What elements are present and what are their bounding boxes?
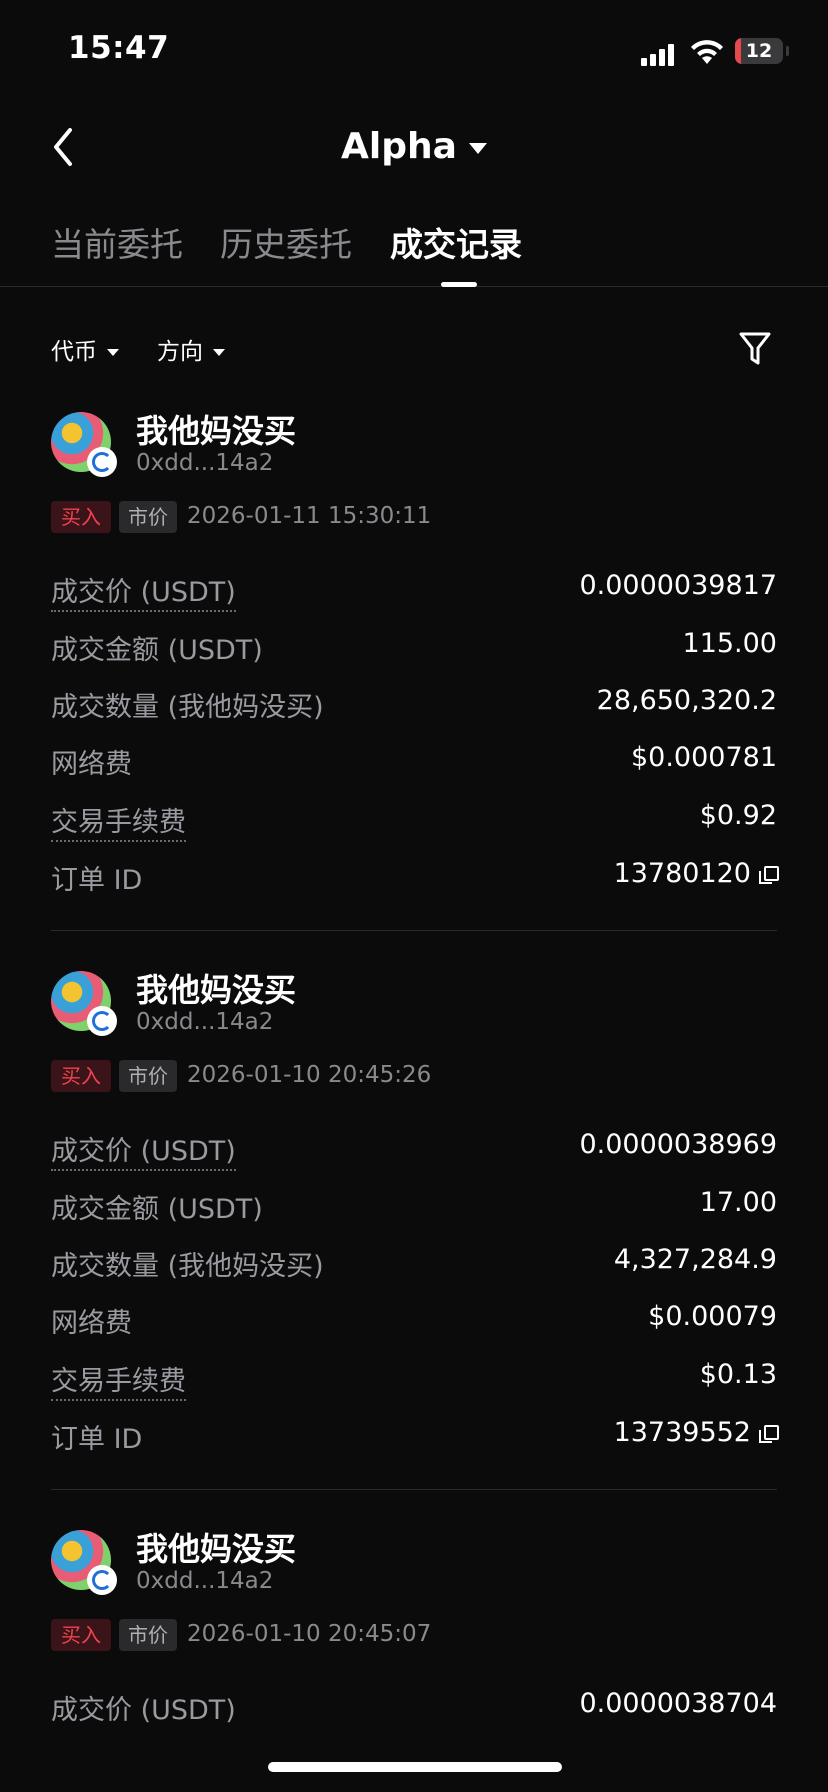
trade-fee-row: 交易手续费 $0.13 — [51, 1359, 777, 1401]
side-badge: 买入 — [51, 1060, 111, 1092]
order-type-badge: 市价 — [119, 1619, 177, 1651]
price-row: 成交价 (USDT) 0.0000039817 — [51, 570, 777, 612]
battery-level: 12 — [745, 40, 773, 62]
token-address: 0xdd...14a2 — [136, 1009, 274, 1035]
order-type-badge: 市价 — [119, 1060, 177, 1092]
order-id-text: 13780120 — [613, 858, 751, 889]
token-filter-label: 代币 — [51, 339, 97, 365]
quantity-row: 成交数量 (我他妈没买) 4,327,284.9 — [51, 1244, 777, 1284]
price-label[interactable]: 成交价 (USDT) — [51, 1688, 236, 1727]
token-name: 我他妈没买 — [136, 1530, 297, 1568]
trade-fee-label[interactable]: 交易手续费 — [51, 800, 186, 842]
home-indicator — [268, 1762, 562, 1772]
wifi-icon — [691, 40, 723, 64]
side-badge: 买入 — [51, 501, 111, 533]
quantity-value: 28,650,320.2 — [596, 685, 777, 716]
tab-trade-history[interactable]: 成交记录 — [390, 218, 522, 266]
order-id-label: 订单 ID — [51, 1424, 143, 1455]
amount-row: 成交金额 (USDT) 17.00 — [51, 1187, 777, 1227]
status-bar: 15:47 12 — [0, 0, 828, 100]
divider — [51, 930, 777, 931]
price-value: 0.0000038704 — [579, 1688, 777, 1719]
order-id-label: 订单 ID — [51, 865, 143, 896]
trade-fee-value: $0.92 — [699, 800, 777, 831]
price-row: 成交价 (USDT) 0.0000038969 — [51, 1129, 777, 1171]
trade-fee-value: $0.13 — [699, 1359, 777, 1390]
status-time: 15:47 — [68, 30, 170, 66]
caret-down-icon — [107, 349, 119, 356]
token-name: 我他妈没买 — [136, 412, 297, 450]
price-value: 0.0000039817 — [579, 570, 777, 601]
chain-badge-icon — [87, 1006, 117, 1036]
nav-bar: Alpha — [0, 110, 828, 190]
token-address: 0xdd...14a2 — [136, 450, 274, 476]
quantity-row: 成交数量 (我他妈没买) 28,650,320.2 — [51, 685, 777, 725]
trade-fee-row: 交易手续费 $0.92 — [51, 800, 777, 842]
cellular-signal-icon — [641, 44, 675, 66]
token-name: 我他妈没买 — [136, 971, 297, 1009]
price-label[interactable]: 成交价 (USDT) — [51, 570, 236, 612]
tab-current-orders[interactable]: 当前委托 — [51, 218, 183, 266]
active-tab-indicator — [441, 282, 477, 287]
page-title-dropdown[interactable]: Alpha — [0, 126, 828, 167]
amount-label: 成交金额 (USDT) — [51, 635, 263, 666]
tab-bar: 当前委托 历史委托 成交记录 — [0, 210, 828, 287]
network-fee-label: 网络费 — [51, 749, 132, 780]
order-type-badge: 市价 — [119, 501, 177, 533]
trade-timestamp: 2026-01-10 20:45:07 — [187, 1621, 432, 1647]
price-label[interactable]: 成交价 (USDT) — [51, 1129, 236, 1171]
order-id-row: 订单 ID 13780120 — [51, 858, 779, 898]
quantity-label: 成交数量 (我他妈没买) — [51, 1251, 324, 1282]
price-value: 0.0000038969 — [579, 1129, 777, 1160]
trade-timestamp: 2026-01-10 20:45:26 — [187, 1062, 432, 1088]
network-fee-label: 网络费 — [51, 1308, 132, 1339]
network-fee-value: $0.000781 — [630, 742, 777, 773]
caret-down-icon — [213, 349, 225, 356]
filter-bar: 代币 方向 — [0, 322, 828, 372]
caret-down-icon — [468, 142, 487, 154]
chain-badge-icon — [87, 447, 117, 477]
amount-value: 115.00 — [682, 628, 777, 659]
battery-tip — [786, 46, 789, 56]
order-id-text: 13739552 — [613, 1417, 751, 1448]
page-title: Alpha — [341, 126, 457, 167]
amount-label: 成交金额 (USDT) — [51, 1194, 263, 1225]
side-badge: 买入 — [51, 1619, 111, 1651]
trade-fee-label[interactable]: 交易手续费 — [51, 1359, 186, 1401]
quantity-value: 4,327,284.9 — [613, 1244, 777, 1275]
network-fee-row: 网络费 $0.000781 — [51, 742, 777, 782]
order-id-value: 13739552 — [613, 1417, 779, 1448]
token-filter-dropdown[interactable]: 代币 — [51, 332, 119, 366]
copy-icon[interactable] — [759, 1424, 779, 1443]
trade-timestamp: 2026-01-11 15:30:11 — [187, 503, 432, 529]
order-id-row: 订单 ID 13739552 — [51, 1417, 779, 1457]
quantity-label: 成交数量 (我他妈没买) — [51, 692, 324, 723]
battery-icon: 12 — [735, 38, 783, 64]
tab-order-history[interactable]: 历史委托 — [220, 218, 352, 266]
direction-filter-label: 方向 — [157, 339, 203, 365]
order-id-value: 13780120 — [613, 858, 779, 889]
token-address: 0xdd...14a2 — [136, 1568, 274, 1594]
network-fee-value: $0.00079 — [648, 1301, 777, 1332]
price-row: 成交价 (USDT) 0.0000038704 — [51, 1688, 777, 1728]
divider — [51, 1489, 777, 1490]
amount-value: 17.00 — [699, 1187, 777, 1218]
direction-filter-dropdown[interactable]: 方向 — [157, 332, 225, 366]
filter-funnel-icon[interactable] — [738, 330, 772, 368]
network-fee-row: 网络费 $0.00079 — [51, 1301, 777, 1341]
amount-row: 成交金额 (USDT) 115.00 — [51, 628, 777, 668]
chain-badge-icon — [87, 1565, 117, 1595]
copy-icon[interactable] — [759, 865, 779, 884]
